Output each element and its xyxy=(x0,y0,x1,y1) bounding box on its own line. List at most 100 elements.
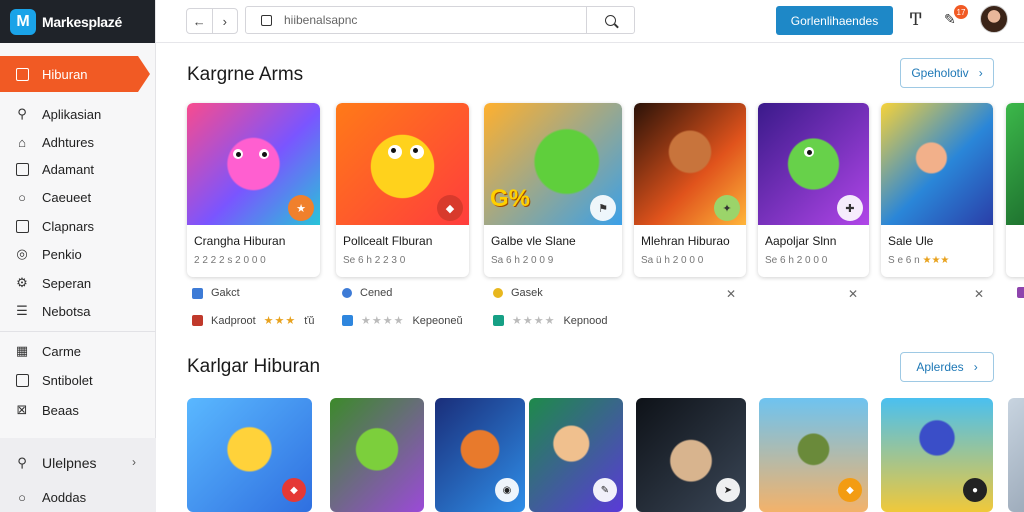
close-icon[interactable]: ✕ xyxy=(848,287,858,301)
app-tile[interactable] xyxy=(330,398,424,512)
sidebar-item-7[interactable]: ☰ Nebotsa xyxy=(14,301,90,321)
meta-item[interactable]: Cened xyxy=(342,287,392,299)
app-card[interactable]: ✦ Mlehran Hiburao Sa ü h 2 0 0 0 xyxy=(634,103,746,277)
chart-icon xyxy=(14,372,30,388)
rating-item[interactable]: Kadproot ★★★ ťŭ xyxy=(192,314,315,327)
sidebar-footer-item-1[interactable]: ○ Aoddas xyxy=(14,487,86,507)
sidebar-item-5[interactable]: ◎ Penkio xyxy=(14,244,81,264)
chevron-right-icon[interactable]: › xyxy=(132,455,136,469)
app-tile[interactable]: ✎ xyxy=(529,398,623,512)
sidebar-item-1[interactable]: ⌂ Adhtures xyxy=(14,132,94,152)
brand-logo: M xyxy=(10,8,36,35)
sidebar-item-8[interactable]: ▦ Carme xyxy=(14,341,81,361)
search-icon: ⚲ xyxy=(17,106,27,121)
sidebar-item-10[interactable]: ⊠ Beaas xyxy=(14,400,79,420)
badge-icon: ⚑ xyxy=(590,195,616,221)
search-bar: hiibenalsapnc xyxy=(245,6,635,34)
status-dot-icon xyxy=(342,288,352,298)
sidebar-item-9[interactable]: Sntibolet xyxy=(14,370,93,390)
app-window: M Markesplazé Hiburan ⚲ Aplikasian ⌂ Adh… xyxy=(0,0,1024,512)
primary-action-button[interactable]: Gorlenlihaendes xyxy=(776,6,893,35)
app-tile[interactable]: ◆ xyxy=(187,398,312,512)
app-card[interactable]: Sale Ule S e 6 n ★★★ xyxy=(881,103,993,277)
badge-icon: ✎ xyxy=(593,478,617,502)
sidebar-footer-item-0[interactable]: ⚲ Ulelpnes xyxy=(14,453,96,473)
sidebar-item-3[interactable]: ○ Caeueet xyxy=(14,187,91,207)
app-card[interactable]: ✚ Aapoljar Slnn Se 6 h 2 0 0 0 xyxy=(758,103,869,277)
app-card[interactable]: G% ⚑ Galbe vle Slane Sa 6 h 2 0 0 9 xyxy=(484,103,622,277)
app-card-name: Pollcealt Flburan xyxy=(343,234,433,248)
search-icon: ⚲ xyxy=(17,455,27,470)
app-tile[interactable]: ➤ xyxy=(636,398,746,512)
meta-item[interactable]: Gasek xyxy=(493,287,543,299)
forward-chevron-icon[interactable]: › xyxy=(211,9,238,33)
brand[interactable]: M Markesplazé xyxy=(0,0,155,43)
badge-icon: ➤ xyxy=(716,478,740,502)
meta-item[interactable] xyxy=(1017,287,1024,298)
app-card-name: Galbe vle Slane xyxy=(491,234,576,248)
rating-item[interactable]: ★★★★ Kepnood xyxy=(493,314,608,327)
notification-badge: 17 xyxy=(954,5,968,19)
section-more-button[interactable]: Aplerdes › xyxy=(900,352,994,382)
search-input[interactable]: hiibenalsapnc xyxy=(246,7,586,33)
app-tile[interactable]: ◆ xyxy=(759,398,868,512)
badge-icon: ✦ xyxy=(714,195,740,221)
badge-icon: ◆ xyxy=(838,478,862,502)
app-card-image xyxy=(881,103,993,225)
meta-item[interactable]: Gakct xyxy=(192,287,240,299)
app-card-name: Mlehran Hiburao xyxy=(641,234,730,248)
document-icon xyxy=(14,161,30,177)
sidebar-item-4[interactable]: Clapnars xyxy=(14,216,94,236)
close-icon[interactable]: ✕ xyxy=(726,287,736,301)
badge-icon: ◆ xyxy=(437,195,463,221)
app-card-sub: Se 6 h 2 0 0 0 xyxy=(765,255,828,266)
app-card-partial[interactable] xyxy=(1006,103,1024,277)
app-card-name: Aapoljar Slnn xyxy=(765,234,837,248)
list-icon: ☰ xyxy=(16,303,28,318)
avatar[interactable] xyxy=(980,5,1008,33)
app-card-sub: 2 2 2 2 s 2 0 0 0 xyxy=(194,255,266,266)
back-arrow-icon[interactable]: ← xyxy=(187,9,212,33)
sidebar-item-label: Hiburan xyxy=(42,66,88,82)
chevron-right-icon: › xyxy=(973,360,978,374)
app-icon xyxy=(192,287,203,299)
app-card-name: Sale Ule xyxy=(888,234,934,248)
app-icon xyxy=(1017,287,1024,298)
close-icon[interactable]: ✕ xyxy=(974,287,984,301)
sidebar-item-0[interactable]: ⚲ Aplikasian xyxy=(14,104,101,124)
chevron-right-icon: › xyxy=(978,66,983,80)
app-card[interactable]: ★ Crangha Hiburan 2 2 2 2 s 2 0 0 0 xyxy=(187,103,320,277)
badge-icon: ★ xyxy=(288,195,314,221)
sidebar-item-2[interactable]: Adamant xyxy=(14,159,94,179)
sidebar-item-active[interactable]: Hiburan xyxy=(0,56,150,92)
globe-icon: ◎ xyxy=(16,246,28,261)
section-more-button[interactable]: Gpeholotiv › xyxy=(900,58,994,88)
sidebar-item-6[interactable]: ⚙ Seperan xyxy=(14,273,91,293)
app-card-name: Crangha Hiburan xyxy=(194,234,286,248)
badge-icon: ◉ xyxy=(495,478,519,502)
text-format-icon[interactable]: Ͳ xyxy=(910,10,921,30)
app-tile[interactable]: ● xyxy=(881,398,993,512)
search-icon xyxy=(605,14,616,26)
app-card-sub: Se 6 h 2 2 3 0 xyxy=(343,255,406,266)
gear-icon: ⚙ xyxy=(16,275,28,290)
section-title: Karlgar Hiburan xyxy=(187,356,321,377)
app-tile[interactable]: ◉ xyxy=(435,398,525,512)
close-box-icon: ⊠ xyxy=(16,402,28,417)
sidebar-divider xyxy=(0,331,156,332)
app-card-image xyxy=(1006,103,1024,225)
store-icon xyxy=(14,66,30,82)
app-card-sub: Sa ü h 2 0 0 0 xyxy=(641,255,704,266)
brand-name: Markesplazé xyxy=(42,13,122,30)
section-title: Kargrne Arms xyxy=(187,64,304,85)
search-button[interactable] xyxy=(586,7,634,33)
top-bar: ← › hiibenalsapnc Gorlenlihaendes Ͳ ✎ 17 xyxy=(156,0,1024,43)
rating-item[interactable]: ★★★★ Kepeoneŭ xyxy=(342,314,463,327)
badge-icon: ✚ xyxy=(837,195,863,221)
app-tile-partial[interactable] xyxy=(1008,398,1024,512)
app-icon xyxy=(342,315,353,326)
tag-icon: ⌂ xyxy=(18,134,26,150)
sidebar-footer: ⚲ Ulelpnes › ○ Aoddas xyxy=(0,438,156,512)
circle-icon: ○ xyxy=(18,189,26,205)
app-card[interactable]: ◆ Pollcealt Flburan Se 6 h 2 2 3 0 xyxy=(336,103,469,277)
